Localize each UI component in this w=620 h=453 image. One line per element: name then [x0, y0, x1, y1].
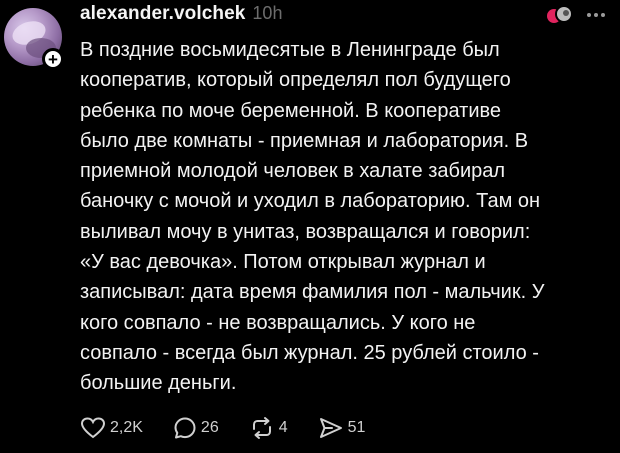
post-text: В поздние восьмидесятые в Ленинграде был… [80, 39, 545, 395]
like-button[interactable]: 2,2K [80, 416, 143, 440]
share-count: 51 [347, 419, 366, 436]
post-actions: 2,2K 26 4 51 [80, 416, 395, 440]
follow-plus-icon[interactable]: + [42, 48, 64, 70]
post-top-right [544, 4, 608, 26]
username[interactable]: alexander.volchek [80, 3, 245, 25]
reply-button[interactable]: 26 [173, 416, 219, 440]
reply-count: 26 [200, 419, 219, 436]
like-count: 2,2K [110, 419, 143, 436]
timestamp: 10h [252, 3, 283, 23]
comment-icon [174, 417, 196, 439]
post-header: alexander.volchek 10h [80, 3, 282, 29]
repost-icon [252, 417, 271, 439]
avatar-container[interactable]: + [4, 8, 66, 70]
repost-button[interactable]: 4 [249, 416, 288, 440]
more-horizontal-icon[interactable] [584, 5, 608, 25]
thread-post: + alexander.volchek 10h В поздние восьми… [0, 0, 620, 453]
share-button[interactable]: 51 [318, 416, 366, 440]
heart-icon [80, 417, 106, 439]
repost-count: 4 [278, 419, 288, 436]
reaction-avatars-icon[interactable] [544, 4, 576, 26]
send-icon [319, 418, 342, 438]
